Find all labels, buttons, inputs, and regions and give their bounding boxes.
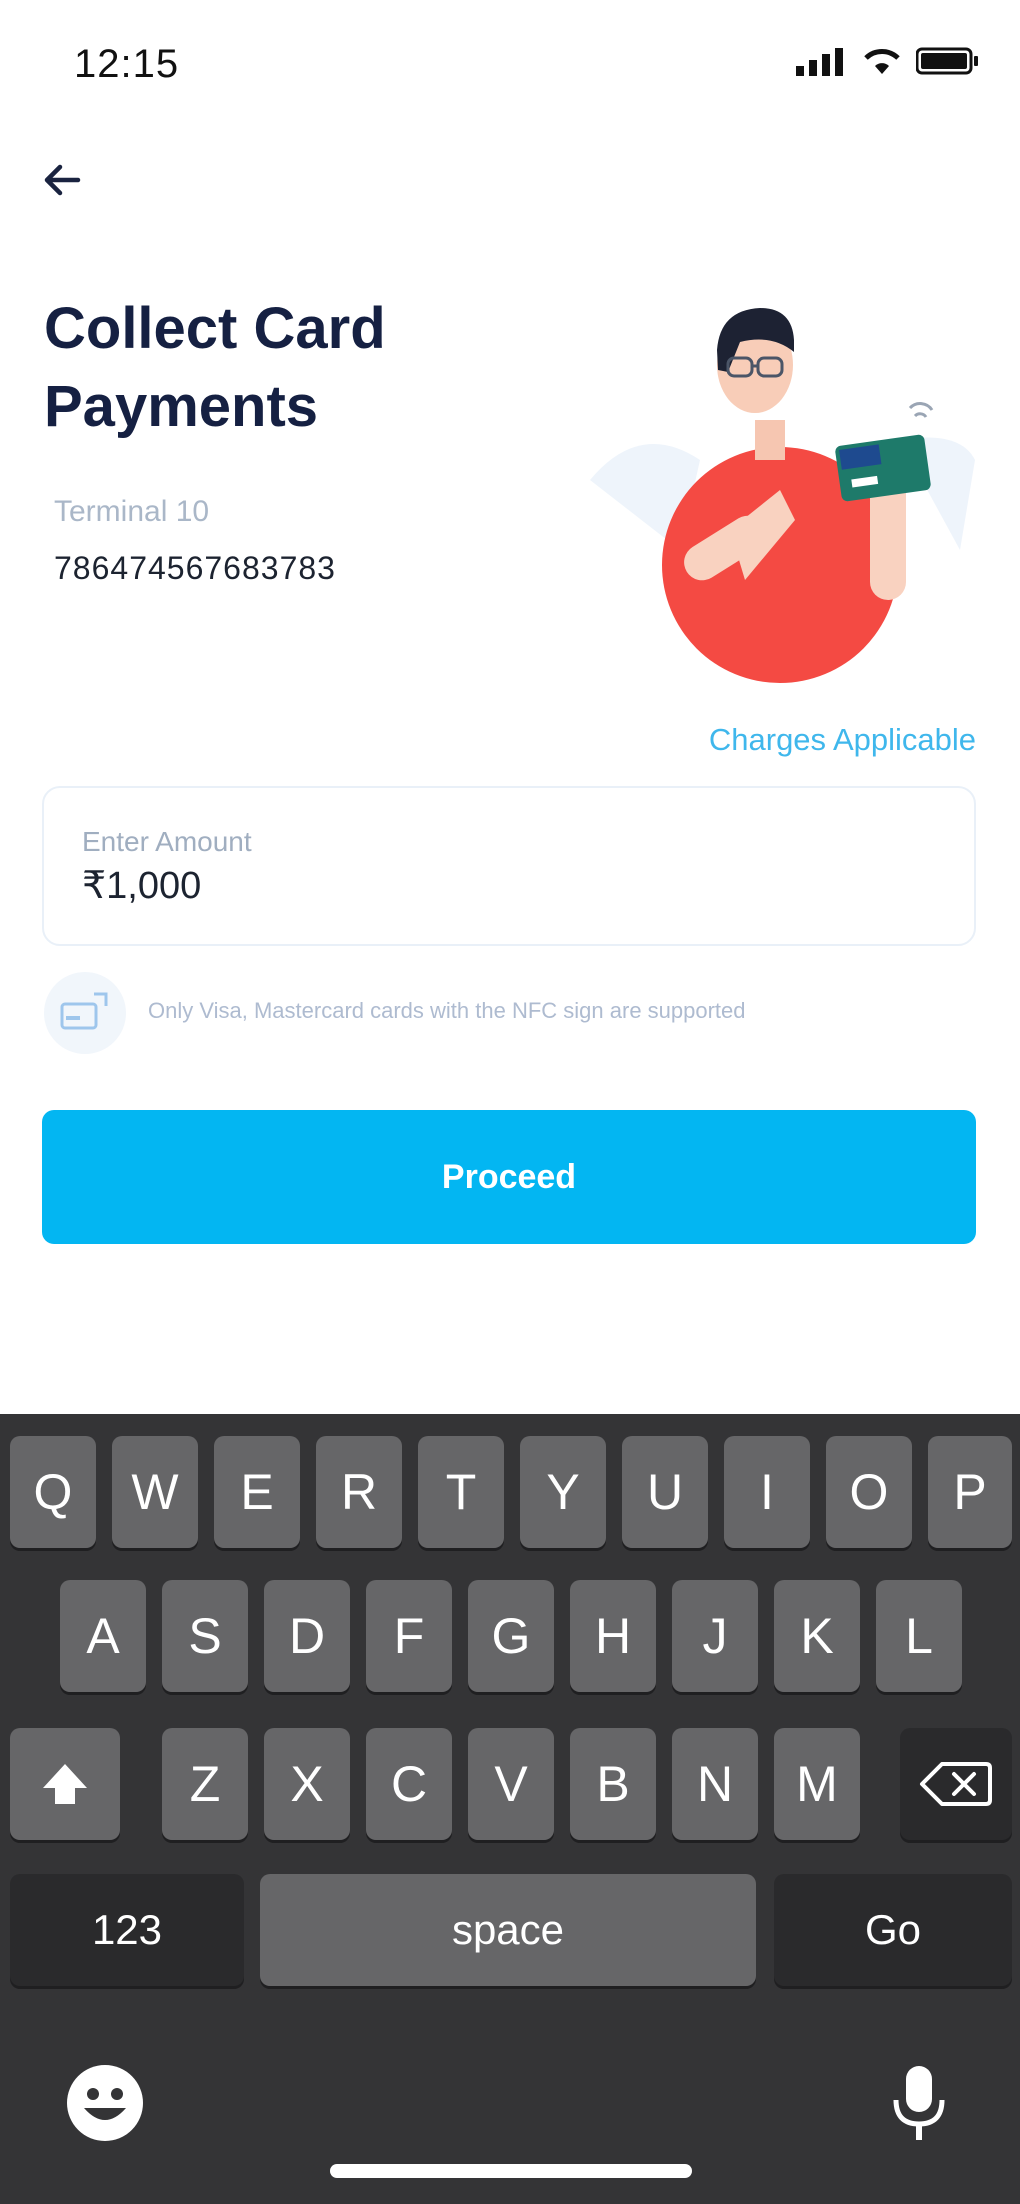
key-s[interactable]: S xyxy=(162,1580,248,1692)
terminal-number: 786474567683783 xyxy=(54,550,336,586)
key-w[interactable]: W xyxy=(112,1436,198,1548)
key-t[interactable]: T xyxy=(418,1436,504,1548)
charges-applicable-link[interactable]: Charges Applicable xyxy=(709,722,976,758)
proceed-button[interactable]: Proceed xyxy=(42,1110,976,1244)
key-j[interactable]: J xyxy=(672,1580,758,1692)
terminal-label: Terminal 10 xyxy=(54,495,210,528)
home-indicator xyxy=(330,2164,692,2178)
space-key[interactable]: space xyxy=(260,1874,756,1986)
key-r[interactable]: R xyxy=(316,1436,402,1548)
amount-label: Enter Amount xyxy=(82,826,252,857)
key-v[interactable]: V xyxy=(468,1728,554,1840)
shift-key[interactable] xyxy=(10,1728,120,1840)
page-title-line1: Collect Card xyxy=(44,296,386,361)
key-q[interactable]: Q xyxy=(10,1436,96,1548)
key-d[interactable]: D xyxy=(264,1580,350,1692)
back-button[interactable] xyxy=(34,150,94,210)
key-f[interactable]: F xyxy=(366,1580,452,1692)
keyboard: Q W E R T Y U I O P A S D F G H J K L Z … xyxy=(0,1414,1020,2204)
key-z[interactable]: Z xyxy=(162,1728,248,1840)
key-g[interactable]: G xyxy=(468,1580,554,1692)
key-h[interactable]: H xyxy=(570,1580,656,1692)
key-y[interactable]: Y xyxy=(520,1436,606,1548)
key-p[interactable]: P xyxy=(928,1436,1012,1548)
key-u[interactable]: U xyxy=(622,1436,708,1548)
nfc-support-note: Only Visa, Mastercard cards with the NFC… xyxy=(148,998,746,1023)
key-i[interactable]: I xyxy=(724,1436,810,1548)
amount-field[interactable]: Enter Amount xyxy=(42,786,976,946)
amount-input[interactable] xyxy=(82,864,902,907)
status-icons xyxy=(796,46,980,76)
status-time: 12:15 xyxy=(74,42,180,86)
microphone-icon xyxy=(893,2066,945,2140)
nfc-card-icon xyxy=(60,992,108,1030)
backspace-icon xyxy=(920,1762,992,1806)
status-bar: 12:15 xyxy=(0,0,1020,130)
wifi-icon xyxy=(864,49,900,74)
emoji-icon xyxy=(67,2065,143,2141)
battery-icon xyxy=(916,47,978,75)
key-b[interactable]: B xyxy=(570,1728,656,1840)
backspace-key[interactable] xyxy=(900,1728,1012,1840)
key-c[interactable]: C xyxy=(366,1728,452,1840)
key-k[interactable]: K xyxy=(774,1580,860,1692)
key-x[interactable]: X xyxy=(264,1728,350,1840)
emoji-key[interactable] xyxy=(60,2058,150,2148)
key-e[interactable]: E xyxy=(214,1436,300,1548)
microphone-key[interactable] xyxy=(884,2058,954,2148)
key-o[interactable]: O xyxy=(826,1436,912,1548)
page-title: Collect Card Payments xyxy=(44,290,564,446)
key-a[interactable]: A xyxy=(60,1580,146,1692)
page-title-line2: Payments xyxy=(44,374,319,439)
go-key[interactable]: Go xyxy=(774,1874,1012,1986)
arrow-left-icon xyxy=(44,164,81,196)
signal-icon xyxy=(796,48,843,76)
key-l[interactable]: L xyxy=(876,1580,962,1692)
numbers-key[interactable]: 123 xyxy=(10,1874,244,1986)
card-payment-illustration xyxy=(590,308,975,683)
nfc-card-badge xyxy=(44,972,126,1054)
key-n[interactable]: N xyxy=(672,1728,758,1840)
key-m[interactable]: M xyxy=(774,1728,860,1840)
shift-icon xyxy=(43,1764,87,1804)
